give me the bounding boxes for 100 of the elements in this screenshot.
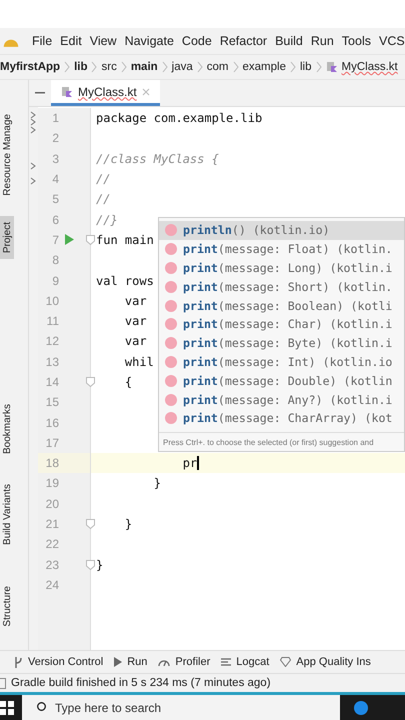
suggestion-item[interactable]: print(message: Byte) (kotlin.i — [159, 334, 404, 353]
breadcrumb[interactable]: MyfirstApp — [0, 61, 60, 73]
suggestion-text: print(message: CharArray) (kot — [183, 411, 392, 426]
suggestion-item[interactable]: print(message: Long) (kotlin.i — [159, 258, 404, 278]
suggestion-text: print(message: Boolean) (kotli — [183, 298, 392, 313]
code-line: // — [96, 192, 110, 206]
line-number: 16 — [44, 416, 59, 430]
code-line: fun main — [96, 232, 154, 247]
menu-item[interactable]: View — [90, 34, 117, 48]
menu-item[interactable]: Build — [275, 34, 303, 48]
line-number: 23 — [44, 558, 59, 572]
suggestion-text: print(message: Char) (kotlin.i — [183, 317, 392, 332]
line-number: 17 — [44, 436, 59, 450]
line-number: 15 — [44, 395, 59, 410]
tool-window-button[interactable]: Profiler — [158, 656, 210, 668]
line-number: 10 — [44, 294, 59, 308]
code-line: } — [96, 558, 104, 572]
code-line: var — [124, 314, 147, 328]
line-number: 24 — [44, 578, 59, 592]
search-field[interactable]: Type here to search — [22, 695, 340, 720]
breadcrumb[interactable]: lib — [74, 61, 88, 73]
line-number: 22 — [44, 537, 59, 552]
tool-window-tab[interactable]: Resource Manage — [0, 108, 14, 202]
breadcrumb[interactable]: main — [130, 61, 158, 73]
function-icon — [165, 262, 177, 274]
breadcrumb[interactable]: example — [242, 61, 286, 73]
suggestion-text: print(message: Short) (kotlin. — [183, 280, 392, 294]
function-icon — [165, 374, 177, 387]
line-number: 19 — [44, 476, 59, 490]
line-number: 21 — [44, 517, 59, 532]
file-tab[interactable]: MyClass.kt — [51, 80, 160, 106]
suggestion-item[interactable]: print(message: Char) (kotlin.i — [159, 314, 404, 334]
code-line: } — [124, 517, 132, 532]
line-number: 18 — [44, 456, 59, 470]
line-number: 11 — [46, 314, 59, 328]
breadcrumb[interactable]: java — [172, 61, 193, 73]
tool-window-tab[interactable]: Structure — [0, 580, 14, 633]
suggestion-item[interactable]: println() (kotlin.io) — [159, 221, 404, 240]
line-number: 8 — [51, 253, 59, 268]
code-line: } — [152, 476, 162, 490]
chevron-icon — [162, 61, 168, 73]
function-icon — [165, 394, 177, 406]
tool-window-tab[interactable]: Bookmarks — [0, 398, 14, 460]
tool-window-button[interactable]: Version Control — [14, 656, 104, 668]
minimize-icon[interactable] — [35, 91, 45, 95]
suggestion-text: print(message: Long) (kotlin.i — [183, 260, 392, 275]
suggestion-item[interactable]: print(message: Boolean) (kotli — [159, 296, 404, 315]
suggestion-item[interactable]: print(message: Float) (kotlin. — [159, 240, 404, 259]
function-icon — [165, 280, 177, 293]
chevron-icon — [196, 61, 203, 73]
menu-item[interactable]: File — [32, 34, 52, 48]
suggestion-text: println() (kotlin.io) — [183, 223, 330, 238]
tool-window-tab[interactable]: Build Variants — [0, 478, 14, 551]
function-icon — [165, 300, 177, 312]
suggestion-text: print(message: Double) (kotlin — [183, 374, 392, 388]
function-icon — [165, 224, 177, 236]
code-line: var — [124, 294, 147, 308]
line-number: 20 — [44, 496, 59, 511]
menu-item[interactable]: Refactor — [220, 34, 268, 48]
tool-window-button[interactable]: Logcat — [221, 656, 270, 668]
tool-window-button[interactable]: Run — [114, 656, 148, 668]
line-number: 7 — [51, 232, 59, 247]
suggestion-item[interactable]: print(message: Short) (kotlin. — [159, 277, 404, 296]
suggestion-item[interactable]: print(message: CharArray) (kot — [159, 408, 404, 428]
function-icon — [165, 412, 177, 424]
gauge-icon — [158, 658, 170, 666]
breadcrumb[interactable]: lib — [300, 61, 312, 73]
breadcrumb[interactable]: com — [206, 61, 229, 73]
kotlin-file-icon — [326, 61, 338, 73]
menu-item[interactable]: Tools — [342, 34, 371, 48]
suggestion-item[interactable]: print(message: Double) (kotlin — [159, 371, 404, 390]
chevron-icon — [316, 61, 322, 73]
code-line: whil — [124, 354, 154, 369]
kotlin-file-icon — [61, 86, 73, 98]
breadcrumb[interactable]: MyClass.kt — [342, 61, 398, 73]
line-number: 1 — [51, 111, 59, 126]
suggestion-text: print(message: Byte) (kotlin.i — [183, 336, 392, 350]
line-number: 5 — [51, 192, 59, 206]
windows-start-icon[interactable] — [0, 700, 14, 714]
menu-item[interactable]: Edit — [60, 34, 82, 48]
function-icon — [165, 356, 177, 368]
code-line: // — [96, 172, 110, 186]
play-icon — [114, 657, 122, 667]
code-line: var — [124, 334, 147, 348]
breadcrumb[interactable]: src — [101, 61, 117, 73]
suggestion-item[interactable]: print(message: Any?) (kotlin.i — [159, 390, 404, 409]
chevron-icon — [64, 61, 70, 73]
menu-item[interactable]: Navigate — [124, 34, 174, 48]
suggestion-item[interactable]: print(message: Int) (kotlin.io — [159, 352, 404, 372]
code-line: { — [124, 375, 132, 389]
line-number: 6 — [51, 212, 59, 227]
code-line: //} — [96, 212, 118, 227]
run-icon[interactable] — [64, 234, 74, 246]
function-icon — [165, 243, 177, 256]
tool-window-button[interactable]: App Quality Ins — [280, 656, 371, 668]
menu-item[interactable]: VCS — [378, 34, 405, 48]
menu-item[interactable]: Code — [182, 34, 212, 48]
tool-window-tab[interactable]: Project — [0, 216, 14, 260]
menu-item[interactable]: Run — [310, 34, 334, 48]
line-number: 9 — [51, 274, 59, 288]
